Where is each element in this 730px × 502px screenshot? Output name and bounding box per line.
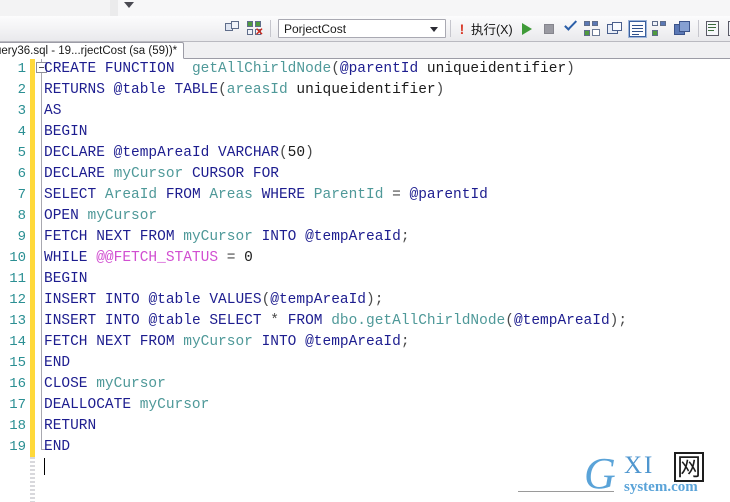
code-line-text: SELECT AreaId FROM Areas WHERE ParentId … (44, 187, 488, 203)
code-line[interactable]: 6 DECLARE myCursor CURSOR FOR (0, 164, 730, 185)
code-line-text: INSERT INTO @table SELECT * FROM dbo.get… (44, 313, 628, 329)
top-strip-segment-mid (110, 0, 118, 16)
disconnect-x-icon: ✕ (255, 26, 264, 38)
top-strip-segment-right (118, 0, 230, 16)
code-line-text: CREATE FUNCTION getAllChirldNode(@parent… (44, 61, 575, 77)
code-line-text: END (44, 355, 71, 371)
toolbar-separator (450, 20, 451, 37)
top-strip-segment-left (0, 0, 110, 16)
code-line-text: CLOSE myCursor (44, 376, 166, 392)
code-line[interactable]: 15 END (0, 353, 730, 374)
query-options-icon[interactable] (604, 18, 626, 40)
actual-plan-icon[interactable] (650, 18, 672, 40)
line-number: 11 (9, 271, 26, 287)
code-line[interactable]: 18 RETURN (0, 416, 730, 437)
code-line[interactable]: 2 RETURNS @table TABLE(areasId uniqueiden… (0, 80, 730, 101)
chevron-down-icon[interactable] (124, 2, 134, 8)
line-number: 13 (9, 313, 26, 329)
code-line-text: DECLARE @tempAreaId VARCHAR(50) (44, 145, 314, 161)
code-line-text: OPEN myCursor (44, 208, 158, 224)
execute-button[interactable]: 执行(X) (469, 19, 516, 38)
code-line[interactable]: 3 AS (0, 101, 730, 122)
code-line[interactable]: 8 OPEN myCursor (0, 206, 730, 227)
line-number: 17 (9, 397, 26, 413)
text-caret (44, 458, 45, 475)
line-number: 3 (17, 103, 26, 119)
checkmark-icon[interactable] (560, 18, 582, 40)
line-number: 18 (9, 418, 26, 434)
code-line-text: FETCH NEXT FROM myCursor INTO @tempAreaI… (44, 229, 410, 245)
code-line-text: DECLARE myCursor CURSOR FOR (44, 166, 279, 182)
sql-editor-toolbar: ✕ PorjectCost ! 执行(X) (0, 16, 730, 42)
editor-tab-bar: uery36.sql - 19...rjectCost (sa (59))* (0, 42, 730, 59)
code-line-text: DEALLOCATE myCursor (44, 397, 210, 413)
line-number: 15 (9, 355, 26, 371)
exclamation-icon: ! (459, 20, 465, 37)
line-number: 2 (17, 82, 26, 98)
code-line[interactable]: 9 FETCH NEXT FROM myCursor INTO @tempArea… (0, 227, 730, 248)
comment-lines-icon[interactable] (725, 18, 730, 40)
code-line-text: WHILE @@FETCH_STATUS = 0 (44, 250, 253, 266)
tab-query36-sql[interactable]: uery36.sql - 19...rjectCost (sa (59))* (0, 42, 185, 59)
estimated-plan-icon[interactable] (582, 18, 604, 40)
code-line-text: AS (44, 103, 62, 119)
line-number: 1 (17, 61, 26, 77)
code-line-text: RETURN (44, 418, 97, 434)
toolbar-separator (270, 20, 271, 37)
code-line-text: BEGIN (44, 271, 88, 287)
code-text-area[interactable]: 1 CREATE FUNCTION getAllChirldNode(@paren… (0, 59, 730, 502)
results-to-text-icon[interactable] (626, 18, 650, 40)
results-to-file-icon[interactable] (703, 18, 725, 40)
disconnect-icon[interactable]: ✕ (244, 18, 266, 40)
play-triangle-icon[interactable] (516, 18, 538, 40)
chevron-down-icon[interactable] (430, 27, 438, 32)
line-number: 4 (17, 124, 26, 140)
database-combo[interactable]: PorjectCost (278, 19, 446, 38)
code-line[interactable]: 19 END (0, 437, 730, 458)
code-line[interactable]: 1 CREATE FUNCTION getAllChirldNode(@paren… (0, 59, 730, 80)
new-query-icon[interactable] (222, 18, 244, 40)
code-line[interactable]: 12 INSERT INTO @table VALUES(@tempAreaId)… (0, 290, 730, 311)
line-number: 19 (9, 439, 26, 455)
ssms-window: ✕ PorjectCost ! 执行(X) uery36.sql - 19...… (0, 0, 730, 502)
code-line[interactable]: 11 BEGIN (0, 269, 730, 290)
code-line-text: BEGIN (44, 124, 88, 140)
stop-square-icon[interactable] (538, 18, 560, 40)
code-line-text: RETURNS @table TABLE(areasId uniqueident… (44, 82, 445, 98)
code-line[interactable]: 10 WHILE @@FETCH_STATUS = 0 (0, 248, 730, 269)
line-number: 9 (17, 229, 26, 245)
toolbar-separator (697, 20, 699, 37)
code-line[interactable]: 16 CLOSE myCursor (0, 374, 730, 395)
code-line[interactable]: 13 INSERT INTO @table SELECT * FROM dbo.g… (0, 311, 730, 332)
line-number: 7 (17, 187, 26, 203)
code-line[interactable]: 5 DECLARE @tempAreaId VARCHAR(50) (0, 143, 730, 164)
window-top-strip (0, 0, 730, 16)
code-line-text: END (44, 439, 71, 455)
line-number: 6 (17, 166, 26, 182)
code-line[interactable]: 14 FETCH NEXT FROM myCursor INTO @tempAre… (0, 332, 730, 353)
line-number: 10 (9, 250, 26, 266)
code-line[interactable]: 7 SELECT AreaId FROM Areas WHERE ParentId… (0, 185, 730, 206)
line-number: 8 (17, 208, 26, 224)
database-combo-value: PorjectCost (284, 21, 347, 36)
line-number: 14 (9, 334, 26, 350)
code-line-text: INSERT INTO @table VALUES(@tempAreaId); (44, 292, 384, 308)
code-line-text: FETCH NEXT FROM myCursor INTO @tempAreaI… (44, 334, 410, 350)
code-line[interactable]: 17 DEALLOCATE myCursor (0, 395, 730, 416)
line-number: 16 (9, 376, 26, 392)
line-number: 12 (9, 292, 26, 308)
sql-code-editor[interactable]: 1 CREATE FUNCTION getAllChirldNode(@paren… (0, 59, 730, 502)
code-line[interactable]: 4 BEGIN (0, 122, 730, 143)
results-to-grid-icon[interactable] (672, 18, 694, 40)
line-number: 5 (17, 145, 26, 161)
